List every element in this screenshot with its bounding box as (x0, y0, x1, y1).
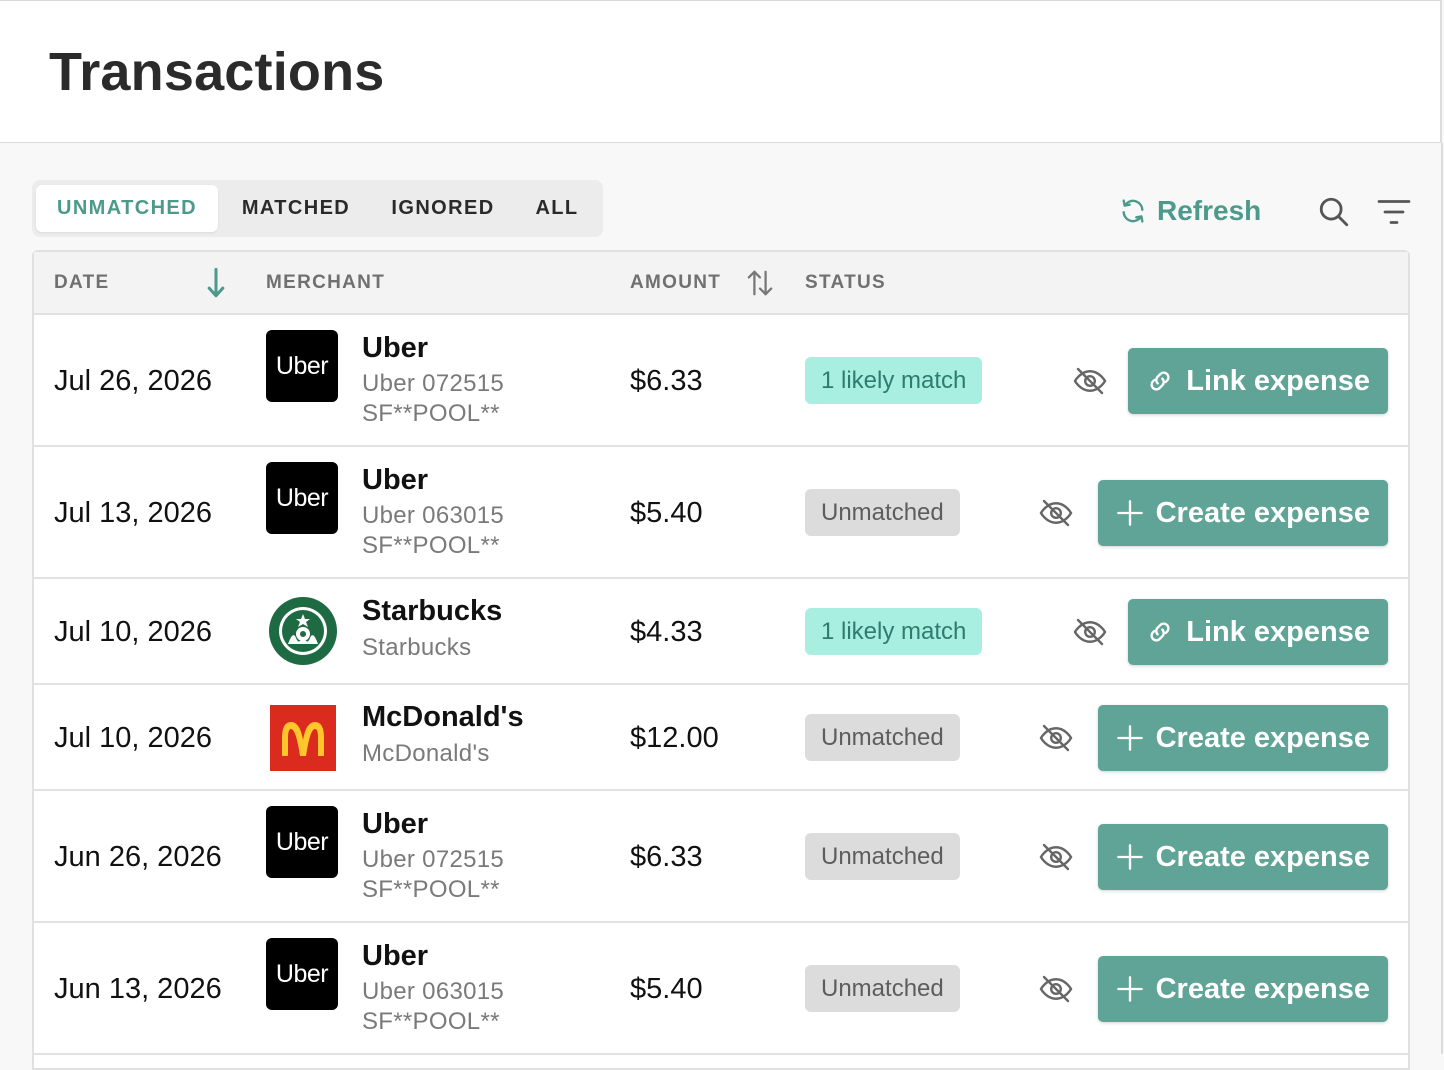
status-badge: Unmatched (805, 833, 960, 880)
row-amount: $5.40 (630, 973, 703, 1005)
refresh-label: Refresh (1157, 195, 1262, 226)
right-divider (1441, 143, 1443, 1054)
row-date: Jul 10, 2026 (54, 722, 213, 754)
ignore-icon[interactable] (1038, 720, 1074, 756)
column-status: STATUS (805, 272, 886, 293)
create-expense-button[interactable]: Create expense (1097, 705, 1388, 771)
link-icon (1150, 371, 1170, 391)
plus-icon (1116, 500, 1143, 526)
action-label: Create expense (1155, 972, 1370, 1005)
merchant-name: Uber (362, 332, 429, 364)
create-expense-button[interactable]: Create expense (1097, 824, 1388, 890)
row-date: Jun 26, 2026 (54, 841, 222, 873)
table-row[interactable]: Jul 13, 2026 Uber Uber Uber 063015 SF**P… (34, 447, 1408, 579)
page-title: Transactions (49, 42, 385, 102)
row-date: Jun 13, 2026 (54, 973, 222, 1005)
action-label: Link expense (1186, 364, 1370, 397)
row-date: Jul 13, 2026 (54, 497, 213, 529)
logo-text: Uber (275, 351, 329, 380)
ignore-icon[interactable] (1072, 363, 1108, 399)
action-label: Create expense (1155, 840, 1370, 873)
merchant-description: Uber 063015 SF**POOL** (362, 978, 505, 1035)
uber-logo: Uber (266, 938, 338, 1010)
tab-unmatched[interactable]: UNMATCHED (36, 185, 218, 232)
status-tabs: UNMATCHED MATCHED IGNORED ALL (32, 180, 603, 237)
uber-logo: Uber (266, 330, 338, 402)
status-badge: Unmatched (805, 965, 960, 1012)
row-amount: $5.40 (630, 497, 703, 529)
row-amount: $12.00 (630, 722, 719, 754)
create-expense-button[interactable]: Create expense (1097, 956, 1388, 1022)
row-date: Jul 26, 2026 (54, 365, 213, 397)
link-icon (1150, 622, 1170, 642)
uber-logo: Uber (266, 806, 338, 878)
merchant-description: Uber 063015 SF**POOL** (362, 502, 505, 559)
merchant-name: Uber (362, 940, 429, 972)
plus-icon (1116, 844, 1143, 870)
row-amount: $6.33 (630, 841, 703, 873)
table-row[interactable]: Jul 10, 2026 Starbucks Starbucks $4.33 1… (34, 579, 1408, 685)
row-date: Jul 10, 2026 (54, 616, 213, 648)
starbucks-logo (269, 597, 337, 665)
refresh-button[interactable]: Refresh (1119, 190, 1261, 232)
column-merchant: MERCHANT (266, 272, 386, 293)
action-label: Create expense (1155, 496, 1370, 529)
merchant-description: Uber 072515 SF**POOL** (362, 370, 505, 427)
merchant-name: Uber (362, 464, 429, 496)
merchant-name: Starbucks (362, 595, 503, 627)
link-expense-button[interactable]: Link expense (1128, 599, 1388, 665)
sort-descending-icon[interactable] (204, 266, 228, 300)
column-amount[interactable]: AMOUNT (630, 272, 721, 294)
action-label: Create expense (1155, 721, 1370, 754)
table-row[interactable]: Jun 13, 2026 Uber Uber Uber 063015 SF**P… (34, 923, 1408, 1055)
status-badge[interactable]: 1 likely match (805, 608, 983, 655)
ignore-icon[interactable] (1038, 495, 1074, 531)
refresh-icon (1122, 199, 1144, 223)
transactions-table: DATE MERCHANT AMOUNT STATUS Jul 26, 2026… (32, 250, 1410, 1070)
status-badge[interactable]: 1 likely match (805, 357, 983, 404)
tab-matched[interactable]: MATCHED (226, 185, 366, 232)
uber-logo: Uber (266, 462, 338, 534)
merchant-name: Uber (362, 808, 429, 840)
row-amount: $6.33 (630, 365, 703, 397)
page-header: Transactions (0, 0, 1442, 143)
tab-ignored[interactable]: IGNORED (378, 185, 508, 232)
plus-icon (1116, 976, 1143, 1002)
logo-text: Uber (275, 483, 329, 512)
ignore-icon[interactable] (1072, 614, 1108, 650)
search-icon[interactable] (1317, 195, 1351, 229)
table-header: DATE MERCHANT AMOUNT STATUS (34, 252, 1408, 315)
row-amount: $4.33 (630, 616, 703, 648)
table-row[interactable]: Jul 26, 2026 Uber Uber Uber 072515 SF**P… (34, 315, 1408, 447)
plus-icon (1116, 725, 1143, 751)
ignore-icon[interactable] (1038, 839, 1074, 875)
link-expense-button[interactable]: Link expense (1128, 348, 1388, 414)
sort-both-icon[interactable] (746, 268, 774, 298)
mcdonalds-logo (270, 705, 336, 771)
merchant-description: Uber 072515 SF**POOL** (362, 846, 505, 903)
merchant-description: McDonald's (362, 740, 490, 767)
status-badge: Unmatched (805, 714, 960, 761)
action-label: Link expense (1186, 615, 1370, 648)
table-row[interactable]: Jul 10, 2026 McDonald's McDonald's $12.0… (34, 685, 1408, 791)
filter-icon[interactable] (1376, 196, 1412, 228)
merchant-name: McDonald's (362, 701, 524, 733)
logo-text: Uber (275, 959, 329, 988)
logo-text: Uber (275, 827, 329, 856)
tab-all[interactable]: ALL (522, 185, 592, 232)
merchant-description: Starbucks (362, 634, 472, 661)
create-expense-button[interactable]: Create expense (1097, 480, 1388, 546)
column-date[interactable]: DATE (54, 272, 110, 294)
table-row[interactable]: Jun 26, 2026 Uber Uber Uber 072515 SF**P… (34, 791, 1408, 923)
golden-arches-icon (282, 722, 324, 756)
status-badge: Unmatched (805, 489, 960, 536)
ignore-icon[interactable] (1038, 971, 1074, 1007)
